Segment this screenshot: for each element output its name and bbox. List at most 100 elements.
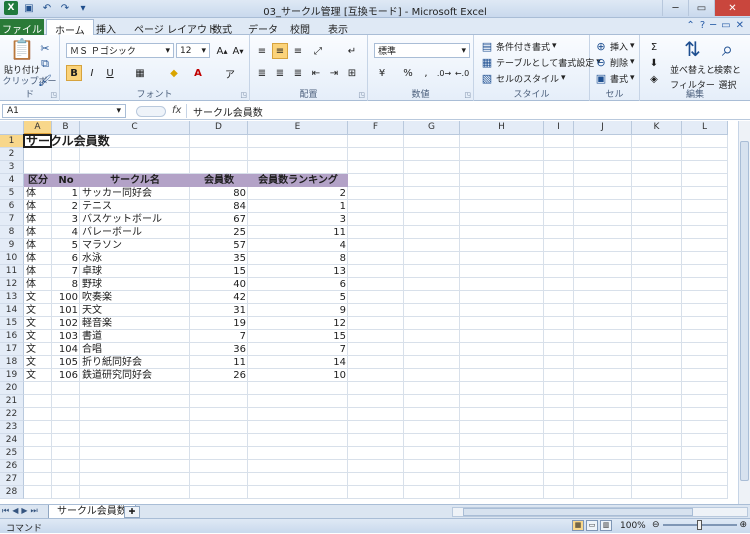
- cell[interactable]: 15: [190, 265, 248, 278]
- align-bottom-icon[interactable]: ≡: [290, 43, 306, 59]
- cell[interactable]: サークル会員数: [24, 135, 184, 148]
- row-header[interactable]: 4: [0, 174, 24, 187]
- row-header[interactable]: 2: [0, 148, 24, 161]
- cell[interactable]: No: [52, 174, 80, 187]
- cell[interactable]: 文: [24, 317, 52, 330]
- row-header[interactable]: 21: [0, 395, 24, 408]
- cell[interactable]: 101: [52, 304, 80, 317]
- cell[interactable]: 42: [190, 291, 248, 304]
- bold-button[interactable]: B: [66, 65, 82, 81]
- font-name-select[interactable]: ＭＳ Ｐゴシック ▾: [66, 43, 174, 58]
- cell[interactable]: 文: [24, 304, 52, 317]
- workbook-restore-icon[interactable]: ▭: [721, 20, 730, 31]
- insert-function-icon[interactable]: fx: [172, 105, 181, 116]
- clipboard-launcher-icon[interactable]: ◳: [50, 91, 57, 99]
- row-header[interactable]: 25: [0, 447, 24, 460]
- cell[interactable]: 卓球: [80, 265, 190, 278]
- row-header[interactable]: 1: [0, 135, 24, 148]
- last-sheet-icon[interactable]: ⏭: [31, 506, 38, 516]
- cell[interactable]: 体: [24, 187, 52, 200]
- help-icon[interactable]: ?: [700, 20, 705, 31]
- cell[interactable]: 84: [190, 200, 248, 213]
- cell[interactable]: 文: [24, 356, 52, 369]
- increase-decimal-icon[interactable]: .0→: [436, 65, 452, 81]
- row-header[interactable]: 12: [0, 278, 24, 291]
- cell[interactable]: 25: [190, 226, 248, 239]
- formula-input[interactable]: サークル会員数: [186, 104, 748, 119]
- cell[interactable]: 40: [190, 278, 248, 291]
- paste-button[interactable]: 📋 貼り付け: [4, 37, 40, 76]
- column-header[interactable]: G: [404, 121, 460, 135]
- tab-home[interactable]: ホーム: [46, 19, 94, 37]
- minimize-button[interactable]: ─: [662, 0, 688, 16]
- sheet-tab-active[interactable]: サークル会員数: [48, 505, 136, 519]
- row-header[interactable]: 19: [0, 369, 24, 382]
- cell[interactable]: 57: [190, 239, 248, 252]
- align-right-icon[interactable]: ≣: [290, 65, 306, 81]
- cell[interactable]: 11: [248, 226, 348, 239]
- cell[interactable]: サークル名: [80, 174, 190, 187]
- copy-icon[interactable]: ⧉: [38, 57, 52, 71]
- percent-button[interactable]: %: [400, 65, 416, 81]
- row-header[interactable]: 15: [0, 317, 24, 330]
- cell[interactable]: 文: [24, 330, 52, 343]
- align-center-icon[interactable]: ≣: [272, 65, 288, 81]
- increase-indent-icon[interactable]: ⇥: [326, 65, 342, 81]
- row-header[interactable]: 26: [0, 460, 24, 473]
- cell[interactable]: 4: [52, 226, 80, 239]
- cell[interactable]: 3: [248, 213, 348, 226]
- cell[interactable]: 9: [248, 304, 348, 317]
- zoom-slider[interactable]: [662, 520, 737, 530]
- orientation-icon[interactable]: ⤢: [310, 43, 326, 59]
- row-header[interactable]: 23: [0, 421, 24, 434]
- cell[interactable]: 軽音楽: [80, 317, 190, 330]
- column-header[interactable]: A: [24, 121, 52, 135]
- number-launcher-icon[interactable]: ◳: [464, 91, 471, 99]
- tab-review[interactable]: 校閲: [282, 19, 318, 36]
- cell[interactable]: 会員数: [190, 174, 248, 187]
- phonetic-icon[interactable]: ア: [222, 65, 238, 81]
- horizontal-scrollbar[interactable]: [452, 507, 748, 517]
- vertical-scrollbar[interactable]: [738, 121, 750, 504]
- cell[interactable]: 文: [24, 291, 52, 304]
- cell[interactable]: 体: [24, 200, 52, 213]
- zoom-slider-knob[interactable]: [696, 520, 702, 530]
- row-header[interactable]: 5: [0, 187, 24, 200]
- autosum-icon[interactable]: Σ: [646, 39, 662, 55]
- font-size-select[interactable]: 12 ▾: [176, 43, 210, 58]
- cell[interactable]: 5: [52, 239, 80, 252]
- tab-formulas[interactable]: 数式: [204, 19, 240, 36]
- tab-insert[interactable]: 挿入: [88, 19, 124, 36]
- cell[interactable]: 3: [52, 213, 80, 226]
- insert-cells-button[interactable]: ⊕ 挿入 ▾: [594, 39, 634, 53]
- cell[interactable]: 103: [52, 330, 80, 343]
- tab-data[interactable]: データ: [240, 19, 286, 36]
- row-header[interactable]: 17: [0, 343, 24, 356]
- cell[interactable]: 6: [248, 278, 348, 291]
- cell-styles-button[interactable]: ▧ セルのスタイル ▾: [480, 71, 566, 85]
- cell[interactable]: 天文: [80, 304, 190, 317]
- formula-buttons[interactable]: [136, 106, 166, 117]
- fill-icon[interactable]: ⬇: [646, 55, 662, 71]
- delete-cells-button[interactable]: ⊖ 削除 ▾: [594, 55, 634, 69]
- first-sheet-icon[interactable]: ⏮: [2, 506, 9, 516]
- align-middle-icon[interactable]: ≡: [272, 43, 288, 59]
- column-header[interactable]: H: [460, 121, 544, 135]
- sort-filter-button[interactable]: ⇅ 並べ替えと フィルター: [670, 37, 715, 91]
- currency-icon[interactable]: ¥: [374, 65, 390, 81]
- cell[interactable]: サッカー同好会: [80, 187, 190, 200]
- cut-icon[interactable]: ✂: [38, 41, 52, 55]
- row-header[interactable]: 11: [0, 265, 24, 278]
- row-header[interactable]: 6: [0, 200, 24, 213]
- tab-file[interactable]: ファイル: [0, 19, 44, 36]
- column-header[interactable]: K: [632, 121, 682, 135]
- select-all-corner[interactable]: [0, 121, 24, 135]
- cell[interactable]: 4: [248, 239, 348, 252]
- row-header[interactable]: 22: [0, 408, 24, 421]
- column-header[interactable]: L: [682, 121, 728, 135]
- cell[interactable]: 2: [52, 200, 80, 213]
- cell[interactable]: 文: [24, 343, 52, 356]
- cell[interactable]: 6: [52, 252, 80, 265]
- cell[interactable]: 7: [248, 343, 348, 356]
- row-header[interactable]: 28: [0, 486, 24, 499]
